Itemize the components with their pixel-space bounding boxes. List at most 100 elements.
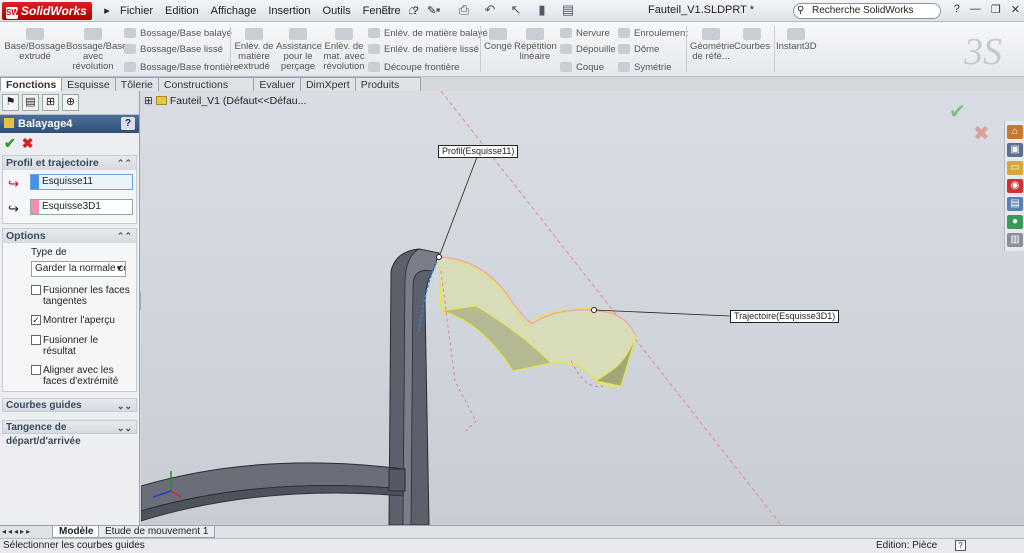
base-joint — [388, 468, 406, 492]
cut-revolve-icon — [335, 28, 353, 40]
boundary-boss-button[interactable]: Bossage/Base frontière — [124, 62, 239, 73]
menu-outils[interactable]: Outils — [317, 5, 357, 17]
chevron-up-icon: ⌃⌃ — [116, 231, 132, 241]
path-selection-box[interactable]: Esquisse3D1 — [30, 199, 133, 215]
instant3d-button[interactable]: Instant3D — [776, 28, 817, 52]
options-header[interactable]: Options ⌃⌃ — [3, 229, 136, 243]
orientation-dropdown[interactable]: Garder la normale cor ▼ — [31, 261, 126, 277]
reference-geometry-button[interactable]: Géométrie de réfé... — [690, 28, 735, 62]
configuration-manager-icon[interactable]: ⊞ — [42, 94, 59, 111]
tab-constructions-soudees[interactable]: Constructions soudées — [157, 77, 255, 105]
property-manager-icon[interactable]: ▤ — [22, 94, 39, 111]
path-callout[interactable]: Trajectoire(Esquisse3D1) — [730, 310, 840, 323]
library-icon[interactable]: ◉ — [1007, 179, 1023, 193]
menu-edition[interactable]: Edition — [159, 5, 205, 17]
tab-nav-arrows-icon[interactable]: ◂◂◂▸▸ — [2, 527, 32, 536]
dome-button[interactable]: Dôme — [618, 44, 659, 55]
tab-fonctions[interactable]: Fonctions — [0, 77, 63, 91]
cut-extrude-button[interactable]: Enlèv. de matière extrudé — [234, 28, 274, 72]
search-input[interactable]: ⚲ Recherche SolidWorks — [793, 3, 941, 19]
fillet-button[interactable]: Congé — [484, 28, 512, 52]
tab-esquisse[interactable]: Esquisse — [61, 77, 116, 91]
appearance-icon[interactable]: ● — [1007, 215, 1023, 229]
help-button[interactable]: ? — [121, 117, 135, 130]
ref-geom-label: Géométrie de réfé... — [690, 41, 735, 62]
tab-produits-office[interactable]: Produits Office — [354, 77, 421, 105]
confirm-check-icon[interactable]: ✔ — [949, 99, 966, 124]
feature-manager-icon[interactable]: ⚑ — [2, 94, 19, 111]
pattern-icon — [526, 28, 544, 40]
save-icon[interactable]: ▪ — [428, 2, 448, 18]
app-logo[interactable]: SW SolidWorks — [2, 2, 92, 20]
cut-loft-button[interactable]: Enlèv. de matière lissé — [368, 44, 479, 55]
select-icon[interactable]: ↖ — [506, 2, 526, 18]
curves-button[interactable]: Courbes — [734, 28, 770, 52]
resources-icon[interactable]: ▣ — [1007, 143, 1023, 157]
tab-dimxpert[interactable]: DimXpert — [299, 77, 356, 91]
revolve-button[interactable]: Bossage/Base avec révolution — [66, 28, 127, 72]
help-icon[interactable]: ? — [954, 3, 960, 16]
properties-icon[interactable]: ▥ — [1007, 233, 1023, 247]
ribbon-separator — [774, 26, 775, 72]
restore-button[interactable]: ❐ — [991, 3, 1001, 16]
folder-icon[interactable]: ▭ — [1007, 161, 1023, 175]
feature-tree-root[interactable]: ⊞ Fauteil_V1 (Défaut<<Défau... — [144, 95, 306, 107]
profile-leader-line — [438, 156, 478, 258]
tab-motion-study[interactable]: Etude de mouvement 1 — [98, 526, 216, 538]
guide-curves-title: Courbes guides — [6, 400, 82, 411]
options-icon[interactable]: ▤ — [558, 2, 578, 18]
open-icon[interactable]: ⌂ — [402, 2, 422, 18]
profile-value: Esquisse11 — [42, 176, 93, 187]
tab-evaluer[interactable]: Evaluer — [253, 77, 301, 91]
profile-selection-box[interactable]: Esquisse11 — [30, 174, 133, 190]
shell-button[interactable]: Coque — [560, 62, 604, 73]
merge-tangent-checkbox[interactable]: Fusionner les faces tangentes — [3, 281, 136, 311]
linear-pattern-button[interactable]: Répétition linéaire — [514, 28, 557, 62]
dimxpert-manager-icon[interactable]: ⊕ — [62, 94, 79, 111]
graphics-area[interactable]: ⊞ Fauteil_V1 (Défaut<<Défau... Profil(Esq… — [141, 91, 1024, 525]
minimize-button[interactable]: — — [970, 3, 981, 16]
swept-boss-button[interactable]: Bossage/Base balayé — [124, 28, 232, 39]
mirror-button[interactable]: Symétrie — [618, 62, 671, 73]
merge-result-label: Fusionner le résultat — [43, 335, 99, 357]
undo-icon[interactable]: ↶ — [480, 2, 500, 18]
tab-model[interactable]: Modèle — [52, 526, 101, 538]
tangency-group[interactable]: Tangence de départ/d'arrivée ⌄⌄ — [2, 420, 137, 447]
align-end-faces-checkbox[interactable]: Aligner avec les faces d'extrémité — [3, 361, 136, 391]
new-icon[interactable]: □ — [376, 2, 396, 18]
guide-curves-group[interactable]: Courbes guides ⌄⌄ — [2, 398, 137, 412]
menu-arrow-icon[interactable]: ▸ — [100, 4, 114, 18]
menu-fichier[interactable]: Fichier — [114, 5, 159, 17]
rib-button[interactable]: Nervure — [560, 28, 610, 39]
draft-button[interactable]: Dépouille — [560, 44, 616, 55]
expand-icon[interactable]: ⊞ — [144, 95, 153, 107]
cut-boundary-button[interactable]: Découpe frontière — [368, 62, 460, 73]
print-icon[interactable]: ⎙ — [454, 2, 474, 18]
bottom-tabs: ◂◂◂▸▸ Modèle Etude de mouvement 1 — [0, 525, 1024, 538]
cut-revolve-button[interactable]: Enlèv. de mat. avec révolution — [322, 28, 366, 72]
profile-callout[interactable]: Profil(Esquisse11) — [438, 145, 519, 158]
app-brand: SolidWorks — [21, 4, 87, 18]
profile-path-header[interactable]: Profil et trajectoire ⌃⌃ — [3, 156, 136, 170]
close-button[interactable]: ✕ — [1011, 3, 1020, 16]
base-extrude-button[interactable]: Base/Bossage extrudé — [4, 28, 66, 62]
feature-title: Balayage4 — [18, 118, 73, 130]
cut-swept-button[interactable]: Enlèv. de matière balayé — [368, 28, 488, 39]
explorer-icon[interactable]: ▤ — [1007, 197, 1023, 211]
menu-insertion[interactable]: Insertion — [262, 5, 316, 17]
rebuild-icon[interactable]: ▮ — [532, 2, 552, 18]
tab-tolerie[interactable]: Tôlerie — [114, 77, 159, 91]
ok-check-icon[interactable]: ✔ — [4, 135, 16, 151]
merge-result-checkbox[interactable]: Fusionner le résultat — [3, 331, 136, 361]
menu-affichage[interactable]: Affichage — [205, 5, 263, 17]
cancel-x-icon[interactable]: ✖ — [22, 135, 34, 151]
profile-icon: ↪ — [8, 176, 19, 191]
loft-boss-button[interactable]: Bossage/Base lissé — [124, 44, 223, 55]
wrap-button[interactable]: Enroulement — [618, 28, 688, 39]
show-preview-checkbox[interactable]: ✓ Montrer l'aperçu — [3, 311, 136, 331]
hole-wizard-button[interactable]: Assistance pour le perçage — [276, 28, 322, 72]
confirm-cancel-icon[interactable]: ✖ — [973, 121, 990, 146]
shell-label: Coque — [576, 62, 604, 73]
status-help-button[interactable]: ? — [955, 540, 966, 551]
home-icon[interactable]: ⌂ — [1007, 125, 1023, 139]
